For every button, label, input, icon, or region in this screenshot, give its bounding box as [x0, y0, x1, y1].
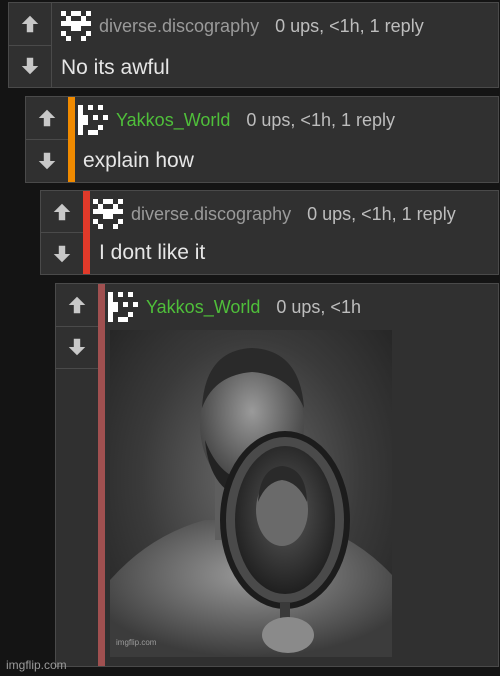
arrow-up-icon	[68, 296, 86, 313]
pixel-avatar-icon[interactable]	[93, 199, 123, 229]
arrow-down-icon	[38, 152, 56, 170]
footer-watermark: imgflip.com	[6, 658, 67, 672]
arrow-down-icon	[68, 339, 86, 356]
username-link[interactable]: Yakkos_World	[116, 110, 230, 131]
comment-meta: 0 ups, <1h	[276, 296, 361, 317]
comment-text: No its awful	[61, 56, 170, 79]
thread-depth-bar	[83, 191, 90, 274]
comment-text: I dont like it	[99, 241, 206, 264]
arrow-up-icon	[53, 203, 71, 220]
vote-column	[41, 191, 84, 274]
upvote-button[interactable]	[56, 284, 98, 326]
thread-depth-bar	[68, 97, 75, 182]
upvote-button[interactable]	[26, 97, 68, 139]
downvote-button[interactable]	[56, 325, 98, 369]
comment-1: diverse.discography 0 ups, <1h, 1 reply …	[8, 2, 499, 88]
comment-3: diverse.discography 0 ups, <1h, 1 reply …	[40, 190, 499, 275]
upvote-button[interactable]	[9, 3, 51, 45]
username-link[interactable]: diverse.discography	[131, 204, 291, 225]
arrow-up-icon	[38, 109, 56, 127]
image-watermark: imgflip.com	[116, 638, 157, 647]
arrow-down-icon	[53, 245, 71, 262]
username-link[interactable]: diverse.discography	[99, 16, 259, 37]
meme-photo	[110, 348, 392, 657]
vote-column	[56, 284, 99, 369]
thread-depth-bar	[98, 284, 105, 666]
pixel-avatar-icon[interactable]	[61, 11, 91, 41]
comment-2: Yakkos_World 0 ups, <1h, 1 reply explain…	[25, 96, 499, 183]
vote-column	[26, 97, 69, 182]
vote-column	[9, 3, 52, 87]
reply-image[interactable]: imgflip.com	[110, 330, 392, 657]
pixel-avatar-icon[interactable]	[108, 292, 138, 322]
username-link[interactable]: Yakkos_World	[146, 297, 260, 318]
downvote-button[interactable]	[26, 139, 68, 182]
comment-meta: 0 ups, <1h, 1 reply	[307, 203, 456, 224]
comment-meta: 0 ups, <1h, 1 reply	[275, 15, 424, 36]
downvote-button[interactable]	[41, 232, 83, 274]
arrow-up-icon	[21, 15, 39, 32]
arrow-down-icon	[21, 58, 39, 75]
pixel-avatar-icon[interactable]	[78, 105, 108, 135]
comment-meta: 0 ups, <1h, 1 reply	[246, 109, 395, 130]
upvote-button[interactable]	[41, 191, 83, 232]
downvote-button[interactable]	[9, 44, 51, 88]
comment-text: explain how	[83, 149, 194, 172]
